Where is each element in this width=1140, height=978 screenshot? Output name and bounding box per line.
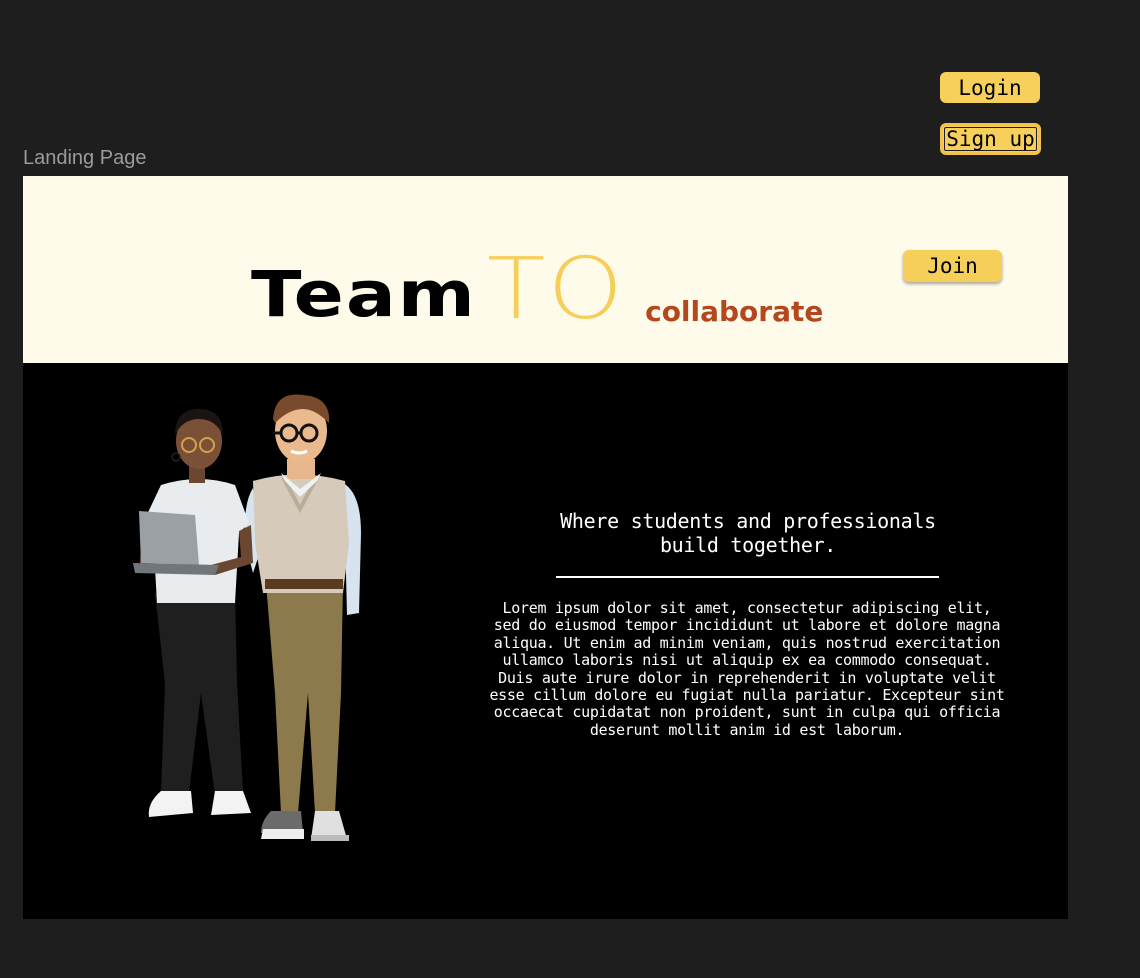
students-illustration [133,394,361,841]
woman-figure [133,409,253,817]
hero-description: Lorem ipsum dolor sit amet, consectetur … [489,599,1005,739]
login-button-label: Login [958,75,1022,100]
frame-label[interactable]: Landing Page [23,147,146,170]
brand-to-text: TO [486,240,626,339]
signup-button[interactable]: Sign up [940,123,1041,155]
hero-tagline: Where students and professionals build t… [523,509,973,557]
join-button-label: Join [927,254,978,278]
brand-logo: Team TO collaborate [251,226,824,339]
signup-button-label: Sign up [946,127,1035,151]
brand-tagline-text: collaborate [645,295,824,328]
brand-team-text: Team [251,258,477,332]
man-figure [244,394,361,841]
hero-header: Team TO collaborate Join [23,176,1068,363]
tagline-line-1: Where students and professionals [560,509,936,533]
tagline-line-2: build together. [659,533,837,557]
login-button[interactable]: Login [940,72,1040,103]
tagline-divider [556,576,939,578]
hero-body: Where students and professionals build t… [23,363,1068,919]
design-canvas: Login Sign up Landing Page Team TO colla… [0,0,1140,978]
join-button[interactable]: Join [903,250,1002,282]
